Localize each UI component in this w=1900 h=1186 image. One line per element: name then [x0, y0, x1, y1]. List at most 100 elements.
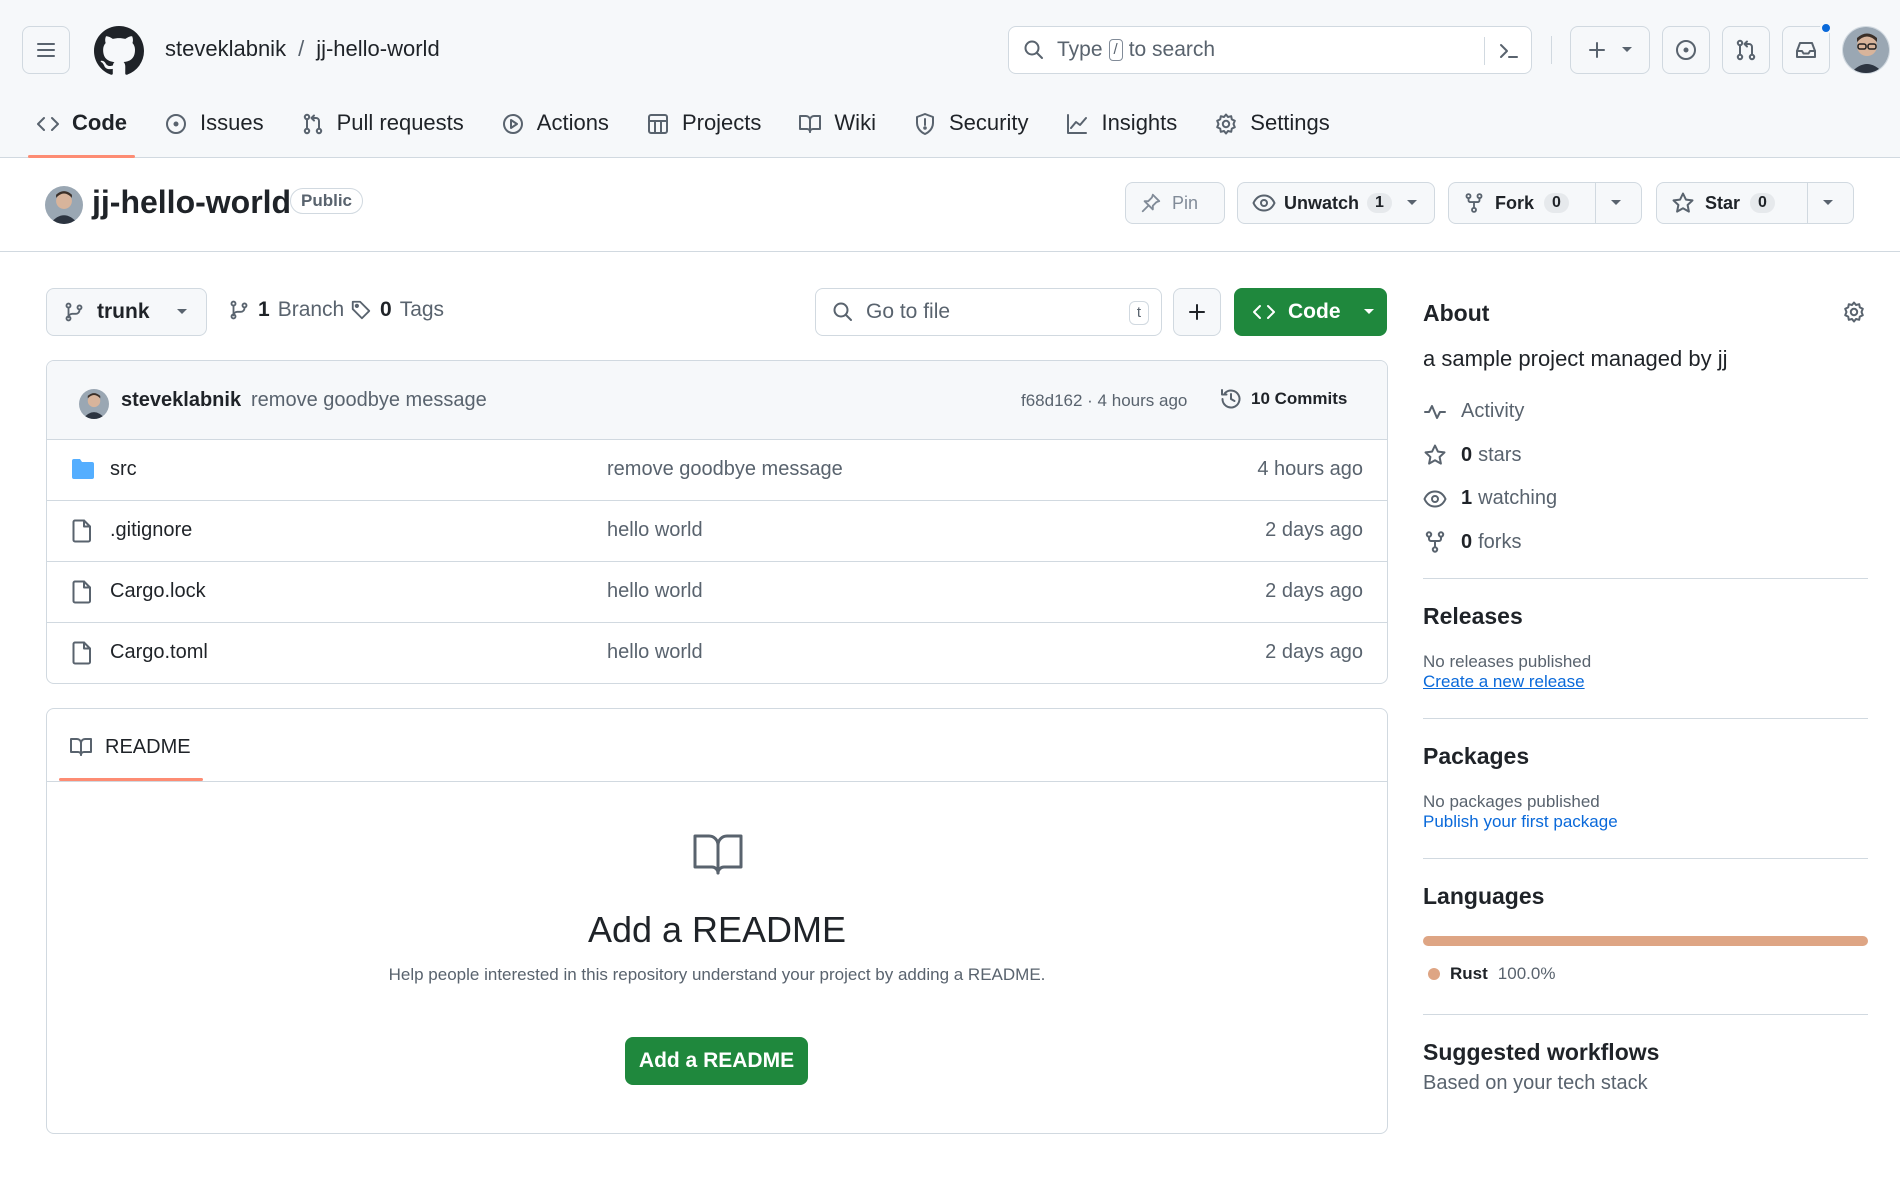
fork-count: 0: [1544, 193, 1569, 213]
file-name[interactable]: .gitignore: [110, 519, 192, 542]
user-avatar[interactable]: [1842, 26, 1890, 74]
watch-button[interactable]: Unwatch 1: [1237, 182, 1435, 224]
create-release-link[interactable]: Create a new release: [1423, 672, 1868, 692]
tags-link[interactable]: 0 Tags: [350, 298, 444, 322]
breadcrumb-separator: /: [298, 36, 305, 61]
stars-link[interactable]: 0 stars: [1423, 434, 1868, 478]
command-palette-icon[interactable]: [1497, 39, 1521, 63]
fork-dropdown-button[interactable]: [1595, 183, 1636, 223]
add-readme-button[interactable]: Add a README: [625, 1037, 808, 1085]
readme-tab[interactable]: README: [69, 735, 191, 759]
menu-button[interactable]: [22, 26, 70, 74]
about-description: a sample project managed by jj: [1423, 346, 1728, 371]
readme-empty-subtitle: Help people interested in this repositor…: [388, 965, 1046, 984]
global-header: steveklabnik / jj-hello-world Type / to …: [0, 0, 1900, 158]
tab-label: Insights: [1101, 110, 1178, 135]
tab-security[interactable]: Security: [899, 102, 1042, 158]
packages-empty: No packages published: [1423, 792, 1600, 811]
commits-history-link[interactable]: 10 Commits: [1219, 387, 1347, 411]
github-logo-icon[interactable]: [94, 26, 144, 76]
search-shortcut-key: /: [1108, 39, 1123, 61]
your-pull-requests-button[interactable]: [1722, 26, 1770, 74]
play-icon: [501, 112, 525, 136]
repo-link[interactable]: jj-hello-world: [316, 36, 439, 62]
star-label: Star: [1705, 192, 1741, 213]
commit-message-link[interactable]: remove goodbye message: [251, 389, 487, 412]
git-pull-request-icon: [1734, 38, 1758, 62]
file-commit-message[interactable]: hello world: [607, 519, 703, 542]
book-icon: [693, 833, 743, 875]
search-input[interactable]: Type / to search: [1008, 26, 1532, 74]
branch-word: Branch: [277, 298, 345, 321]
releases-title[interactable]: Releases: [1423, 603, 1868, 630]
file-commit-message[interactable]: hello world: [607, 641, 703, 664]
branch-count: 1: [258, 298, 270, 321]
gear-icon: [1214, 112, 1238, 136]
tab-wiki[interactable]: Wiki: [784, 102, 890, 158]
tab-actions[interactable]: Actions: [487, 102, 623, 158]
folder-icon: [71, 458, 95, 480]
file-row[interactable]: Cargo.toml hello world 2 days ago: [47, 623, 1387, 683]
branches-link[interactable]: 1 Branch: [228, 298, 344, 322]
add-file-button[interactable]: [1173, 288, 1221, 336]
code-icon: [1252, 300, 1276, 324]
commit-author-avatar[interactable]: [79, 389, 109, 419]
search-divider: [1484, 37, 1485, 65]
file-row[interactable]: src remove goodbye message 4 hours ago: [47, 440, 1387, 501]
pin-icon: [1140, 192, 1162, 214]
create-new-button[interactable]: [1570, 26, 1650, 74]
branch-name: trunk: [97, 300, 150, 323]
readme-panel: README Add a README Help people interest…: [46, 708, 1388, 1134]
publish-package-link[interactable]: Publish your first package: [1423, 812, 1868, 832]
tab-insights[interactable]: Insights: [1051, 102, 1191, 158]
file-commit-message[interactable]: remove goodbye message: [607, 458, 843, 481]
sidebar-divider: [1423, 718, 1868, 719]
file-name[interactable]: Cargo.toml: [110, 641, 208, 664]
star-button[interactable]: Star 0: [1657, 183, 1807, 223]
go-to-file-input[interactable]: Go to file t: [815, 288, 1162, 336]
file-row[interactable]: Cargo.lock hello world 2 days ago: [47, 562, 1387, 623]
language-percent: 100.0%: [1497, 964, 1556, 983]
pin-button[interactable]: Pin: [1125, 182, 1225, 224]
commits-count: 10 Commits: [1251, 389, 1348, 408]
sidebar-divider: [1423, 858, 1868, 859]
repo-title[interactable]: jj-hello-world: [92, 184, 291, 221]
activity-link[interactable]: Activity: [1423, 390, 1868, 434]
tab-code[interactable]: Code: [22, 102, 141, 158]
repo-owner-avatar[interactable]: [45, 186, 83, 224]
star-dropdown-button[interactable]: [1807, 183, 1848, 223]
language-item[interactable]: Rust 100.0%: [1423, 964, 1868, 984]
watching-word: watching: [1478, 487, 1558, 510]
gear-icon[interactable]: [1842, 300, 1866, 324]
your-issues-button[interactable]: [1662, 26, 1710, 74]
forks-link[interactable]: 0 forks: [1423, 521, 1868, 565]
file-name[interactable]: src: [110, 458, 137, 481]
tab-pull-requests[interactable]: Pull requests: [287, 102, 478, 158]
file-date: 2 days ago: [1265, 519, 1363, 541]
language-name: Rust: [1450, 964, 1488, 983]
owner-link[interactable]: steveklabnik: [165, 36, 286, 62]
watch-count: 1: [1367, 193, 1392, 213]
tab-projects[interactable]: Projects: [632, 102, 775, 158]
commit-author-link[interactable]: steveklabnik: [121, 389, 241, 412]
code-download-button[interactable]: Code: [1234, 288, 1387, 336]
tag-icon: [350, 299, 372, 321]
workflows-subtitle: Based on your tech stack: [1423, 1072, 1648, 1094]
watchers-link[interactable]: 1 watching: [1423, 477, 1868, 521]
tab-issues[interactable]: Issues: [150, 102, 278, 158]
commit-hash-time[interactable]: f68d162 · 4 hours ago: [1021, 391, 1187, 411]
graph-icon: [1065, 112, 1089, 136]
file-date: 4 hours ago: [1257, 458, 1363, 480]
branch-selector[interactable]: trunk: [46, 288, 207, 336]
tab-settings[interactable]: Settings: [1200, 102, 1344, 158]
watching-count: 1: [1461, 487, 1473, 510]
packages-title[interactable]: Packages: [1423, 743, 1868, 770]
fork-button[interactable]: Fork 0: [1449, 183, 1595, 223]
fork-button-group: Fork 0: [1448, 182, 1642, 224]
file-name[interactable]: Cargo.lock: [110, 580, 206, 603]
plus-icon: [1187, 302, 1207, 322]
file-row[interactable]: .gitignore hello world 2 days ago: [47, 501, 1387, 562]
file-commit-message[interactable]: hello world: [607, 580, 703, 603]
triangle-down-icon: [1406, 199, 1418, 207]
header-divider: [1551, 36, 1552, 64]
